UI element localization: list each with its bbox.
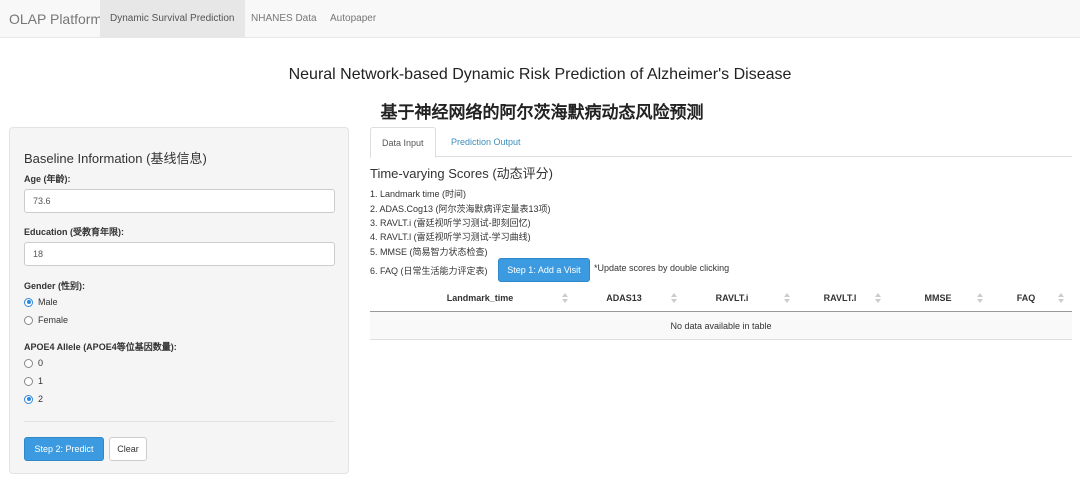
sort-icon[interactable] [1058, 293, 1064, 303]
age-label: Age (年龄): [24, 174, 71, 184]
column-header-landmark-time[interactable]: Landmark_time [370, 284, 590, 312]
sort-icon[interactable] [977, 293, 983, 303]
gender-label: Gender (性别): [24, 281, 86, 291]
column-header-ravlt-i[interactable]: RAVLT.i [678, 284, 786, 312]
add-visit-button[interactable]: Step 1: Add a Visit [498, 258, 590, 282]
radio-button-checked[interactable] [24, 297, 33, 307]
education-input[interactable]: 18 [24, 242, 335, 266]
table-empty-message: No data available in table [370, 312, 1072, 340]
column-header-mmse[interactable]: MMSE [886, 284, 990, 312]
apoe4-option-0[interactable]: 0 [24, 356, 43, 370]
page-title-english: Neural Network-based Dynamic Risk Predic… [288, 66, 792, 83]
score-list-item: 2. ADAS.Cog13 (阿尔茨海默病评定量表13项) [370, 204, 551, 214]
panel-divider [24, 421, 335, 422]
nav-tab-dynamic-survival-prediction[interactable]: Dynamic Survival Prediction [100, 0, 245, 38]
radio-button[interactable] [24, 315, 33, 325]
radio-button[interactable] [24, 358, 33, 368]
sort-icon[interactable] [875, 293, 881, 303]
apoe4-option-label: 2 [38, 394, 44, 404]
time-varying-scores-heading: Time-varying Scores (动态评分) [370, 166, 553, 181]
visits-table: Landmark_time ADAS13 RAVLT.i RAVLT.l MMS… [370, 284, 1072, 340]
predict-button[interactable]: Step 2: Predict [24, 437, 104, 461]
radio-button-checked[interactable] [24, 394, 33, 404]
apoe4-label: APOE4 Allele (APOE4等位基因数量): [24, 342, 177, 352]
score-list-item: 1. Landmark time (时间) [370, 189, 467, 199]
update-hint-text: *Update scores by double clicking [594, 263, 730, 273]
apoe4-option-2[interactable]: 2 [24, 392, 43, 406]
score-list-item: 4. RAVLT.l (雷廷视听学习测试-学习曲线) [370, 232, 531, 242]
score-list-item: 6. FAQ (日常生活能力评定表) [370, 266, 488, 276]
score-list-item: 3. RAVLT.i (雷廷视听学习测试-即刻回忆) [370, 218, 531, 228]
baseline-info-panel: Baseline Information (基线信息) Age (年龄): 73… [9, 127, 349, 474]
clear-button[interactable]: Clear [109, 437, 147, 461]
column-header-faq[interactable]: FAQ [990, 284, 1062, 312]
sort-icon[interactable] [671, 293, 677, 303]
nav-tab-autopaper[interactable]: Autopaper [320, 0, 386, 38]
gender-option-label: Male [38, 297, 58, 307]
apoe4-option-label: 0 [38, 358, 44, 368]
education-label: Education (受教育年限): [24, 227, 124, 237]
gender-option-label: Female [38, 315, 69, 325]
tab-data-input[interactable]: Data Input [370, 127, 436, 158]
brand-logo[interactable]: OLAP Platform [9, 0, 102, 38]
nav-tab-nhanes-data[interactable]: NHANES Data [241, 0, 327, 38]
gender-option-female[interactable]: Female [24, 313, 68, 327]
top-navbar: OLAP Platform Dynamic Survival Predictio… [0, 0, 1080, 38]
table-header-row: Landmark_time ADAS13 RAVLT.i RAVLT.l MMS… [370, 284, 1072, 312]
baseline-info-heading: Baseline Information (基线信息) [24, 151, 207, 166]
page-title-chinese: 基于神经网络的阿尔茨海默病动态风险预测 [380, 103, 704, 122]
tab-prediction-output[interactable]: Prediction Output [440, 127, 532, 157]
gender-option-male[interactable]: Male [24, 295, 58, 309]
sort-icon[interactable] [562, 293, 568, 303]
score-list-item: 5. MMSE (简易智力状态检查) [370, 247, 488, 257]
radio-button[interactable] [24, 376, 33, 386]
main-tab-bar: Data Input Prediction Output [370, 127, 1072, 158]
apoe4-option-label: 1 [38, 376, 44, 386]
column-header-adas13[interactable]: ADAS13 [570, 284, 678, 312]
age-input[interactable]: 73.6 [24, 189, 335, 213]
apoe4-option-1[interactable]: 1 [24, 374, 43, 388]
